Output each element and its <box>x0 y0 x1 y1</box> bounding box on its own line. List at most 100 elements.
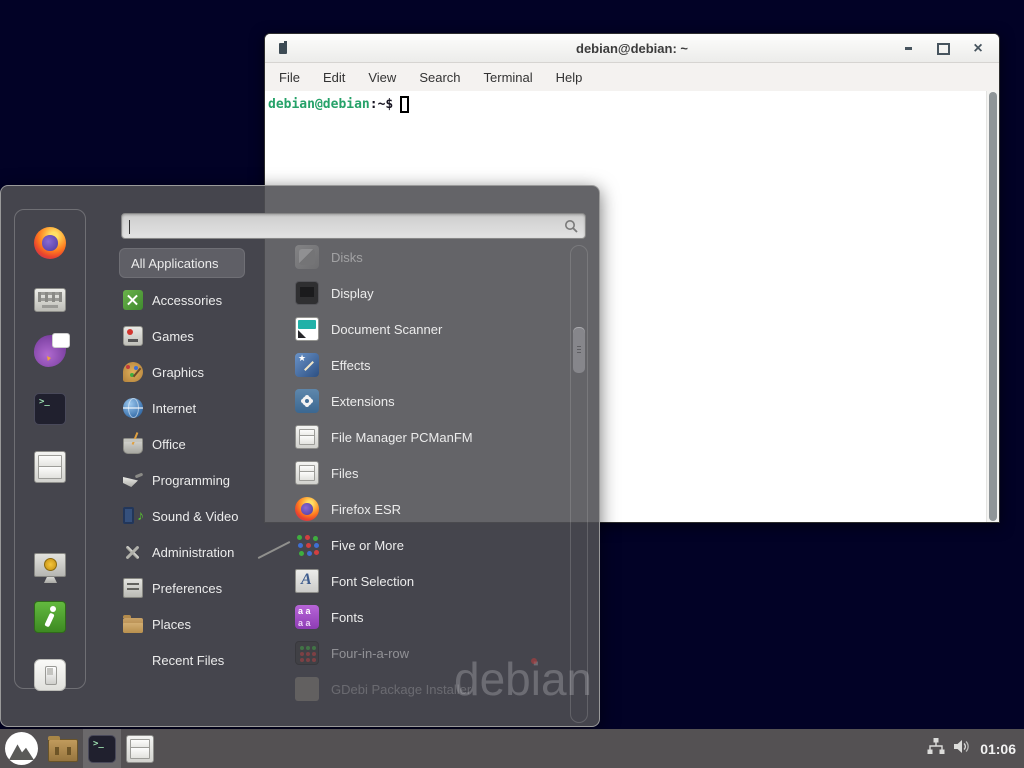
favorite-item-shutdown[interactable] <box>34 659 66 696</box>
category-label: Office <box>152 437 186 452</box>
favorite-item-file-cabinet[interactable] <box>34 451 66 488</box>
menubar-item[interactable]: Edit <box>319 67 349 88</box>
menubar-item[interactable]: View <box>364 67 400 88</box>
files-task-button[interactable] <box>121 729 159 768</box>
application-icon <box>295 677 319 701</box>
menubar-item[interactable]: Help <box>552 67 587 88</box>
category-icon <box>123 542 143 562</box>
application-label: Fonts <box>331 610 364 625</box>
category-icon <box>123 438 143 454</box>
category-item[interactable]: Recent Files <box>119 642 269 678</box>
terminal-window-icon <box>279 43 287 54</box>
menubar-item[interactable]: Terminal <box>480 67 537 88</box>
category-item[interactable]: Places <box>119 606 269 642</box>
application-label: Firefox ESR <box>331 502 401 517</box>
category-item[interactable]: Sound & Video <box>119 498 269 534</box>
application-icon <box>295 569 319 593</box>
category-item[interactable]: Office <box>119 426 269 462</box>
application-item[interactable]: File Manager PCManFM <box>265 419 565 455</box>
category-list: All Applications Accessories Games Graph… <box>119 246 269 678</box>
application-label: Five or More <box>331 538 404 553</box>
window-controls <box>897 34 989 63</box>
category-label: Internet <box>152 401 196 416</box>
favorite-item-logout[interactable] <box>34 601 66 638</box>
application-menu: All Applications Accessories Games Graph… <box>0 185 600 727</box>
category-item[interactable]: All Applications <box>119 248 245 278</box>
application-label: Effects <box>331 358 371 373</box>
debian-watermark: debian <box>454 652 592 706</box>
category-item[interactable]: Programming <box>119 462 269 498</box>
application-label: Font Selection <box>331 574 414 589</box>
minimize-button[interactable] <box>897 39 919 59</box>
category-icon <box>123 506 143 526</box>
menubar-item[interactable]: File <box>275 67 304 88</box>
category-label: Preferences <box>152 581 222 596</box>
application-label: Files <box>331 466 358 481</box>
application-item[interactable]: Display <box>265 275 565 311</box>
terminal-task-button[interactable] <box>83 729 121 768</box>
file-manager-button[interactable] <box>43 729 83 768</box>
menu-scrollbar-thumb[interactable] <box>573 327 585 373</box>
application-icon <box>295 641 319 665</box>
terminal-titlebar[interactable]: debian@debian: ~ <box>265 34 999 63</box>
volume-icon[interactable] <box>954 739 971 759</box>
category-label: Graphics <box>152 365 204 380</box>
favorite-icon <box>34 451 66 483</box>
favorite-item-terminal[interactable] <box>34 393 66 430</box>
search-input[interactable] <box>122 214 585 238</box>
watermark-red-dot <box>531 658 537 664</box>
category-icon <box>123 618 143 633</box>
application-item[interactable]: Firefox ESR <box>265 491 565 527</box>
taskbar-clock[interactable]: 01:06 <box>980 741 1016 757</box>
category-item[interactable]: Graphics <box>119 354 269 390</box>
favorite-item-keyboard-settings[interactable] <box>34 285 66 314</box>
application-label: Display <box>331 286 374 301</box>
application-item[interactable]: Effects <box>265 347 565 383</box>
category-item[interactable]: Internet <box>119 390 269 426</box>
application-item[interactable]: Files <box>265 455 565 491</box>
maximize-button[interactable] <box>932 39 954 59</box>
menu-button[interactable] <box>0 729 43 768</box>
application-item[interactable]: Document Scanner <box>265 311 565 347</box>
menubar-item[interactable]: Search <box>415 67 464 88</box>
favorite-item-firefox[interactable] <box>34 227 66 264</box>
application-list: Disks Display Document Scanner Effects <box>265 239 565 707</box>
favorite-icon <box>34 335 66 367</box>
terminal-scrollbar[interactable] <box>986 91 999 522</box>
menu-logo-icon <box>5 732 38 765</box>
close-button[interactable] <box>967 39 989 59</box>
application-label: File Manager PCManFM <box>331 430 473 445</box>
application-item[interactable]: Five or More <box>265 527 565 563</box>
category-item[interactable]: Games <box>119 318 269 354</box>
category-item[interactable]: Accessories <box>119 282 269 318</box>
favorite-item-pidgin[interactable] <box>34 335 66 372</box>
favorite-item-lock-screen[interactable] <box>34 551 66 580</box>
application-icon <box>295 317 319 341</box>
application-icon <box>295 353 319 377</box>
terminal-menubar: File Edit View Search Terminal Help <box>265 63 999 91</box>
application-icon <box>295 281 319 305</box>
application-item[interactable]: Disks <box>265 239 565 275</box>
category-label: Accessories <box>152 293 222 308</box>
application-item[interactable]: Extensions <box>265 383 565 419</box>
application-label: GDebi Package Installer <box>331 682 471 697</box>
taskbar: 01:06 <box>0 729 1024 768</box>
watermark-text: debian <box>454 653 592 705</box>
favorite-icon <box>34 288 66 312</box>
favorite-icon <box>34 393 66 425</box>
favorite-icon <box>34 659 66 691</box>
application-item[interactable]: Font Selection <box>265 563 565 599</box>
category-icon <box>123 326 143 346</box>
category-item[interactable]: Preferences <box>119 570 269 606</box>
prompt-user-host: debian@debian <box>268 97 370 112</box>
terminal-scrollbar-thumb[interactable] <box>989 92 997 521</box>
terminal-icon <box>88 735 116 763</box>
favorites-sidebar <box>14 209 86 689</box>
category-item[interactable]: Administration <box>119 534 269 570</box>
search-icon <box>564 219 579 239</box>
desktop: debian@debian: ~ File Edit View Search T… <box>0 0 1024 768</box>
network-icon[interactable] <box>927 738 945 760</box>
search-box[interactable] <box>121 213 586 239</box>
application-icon <box>295 245 319 269</box>
application-item[interactable]: Fonts <box>265 599 565 635</box>
